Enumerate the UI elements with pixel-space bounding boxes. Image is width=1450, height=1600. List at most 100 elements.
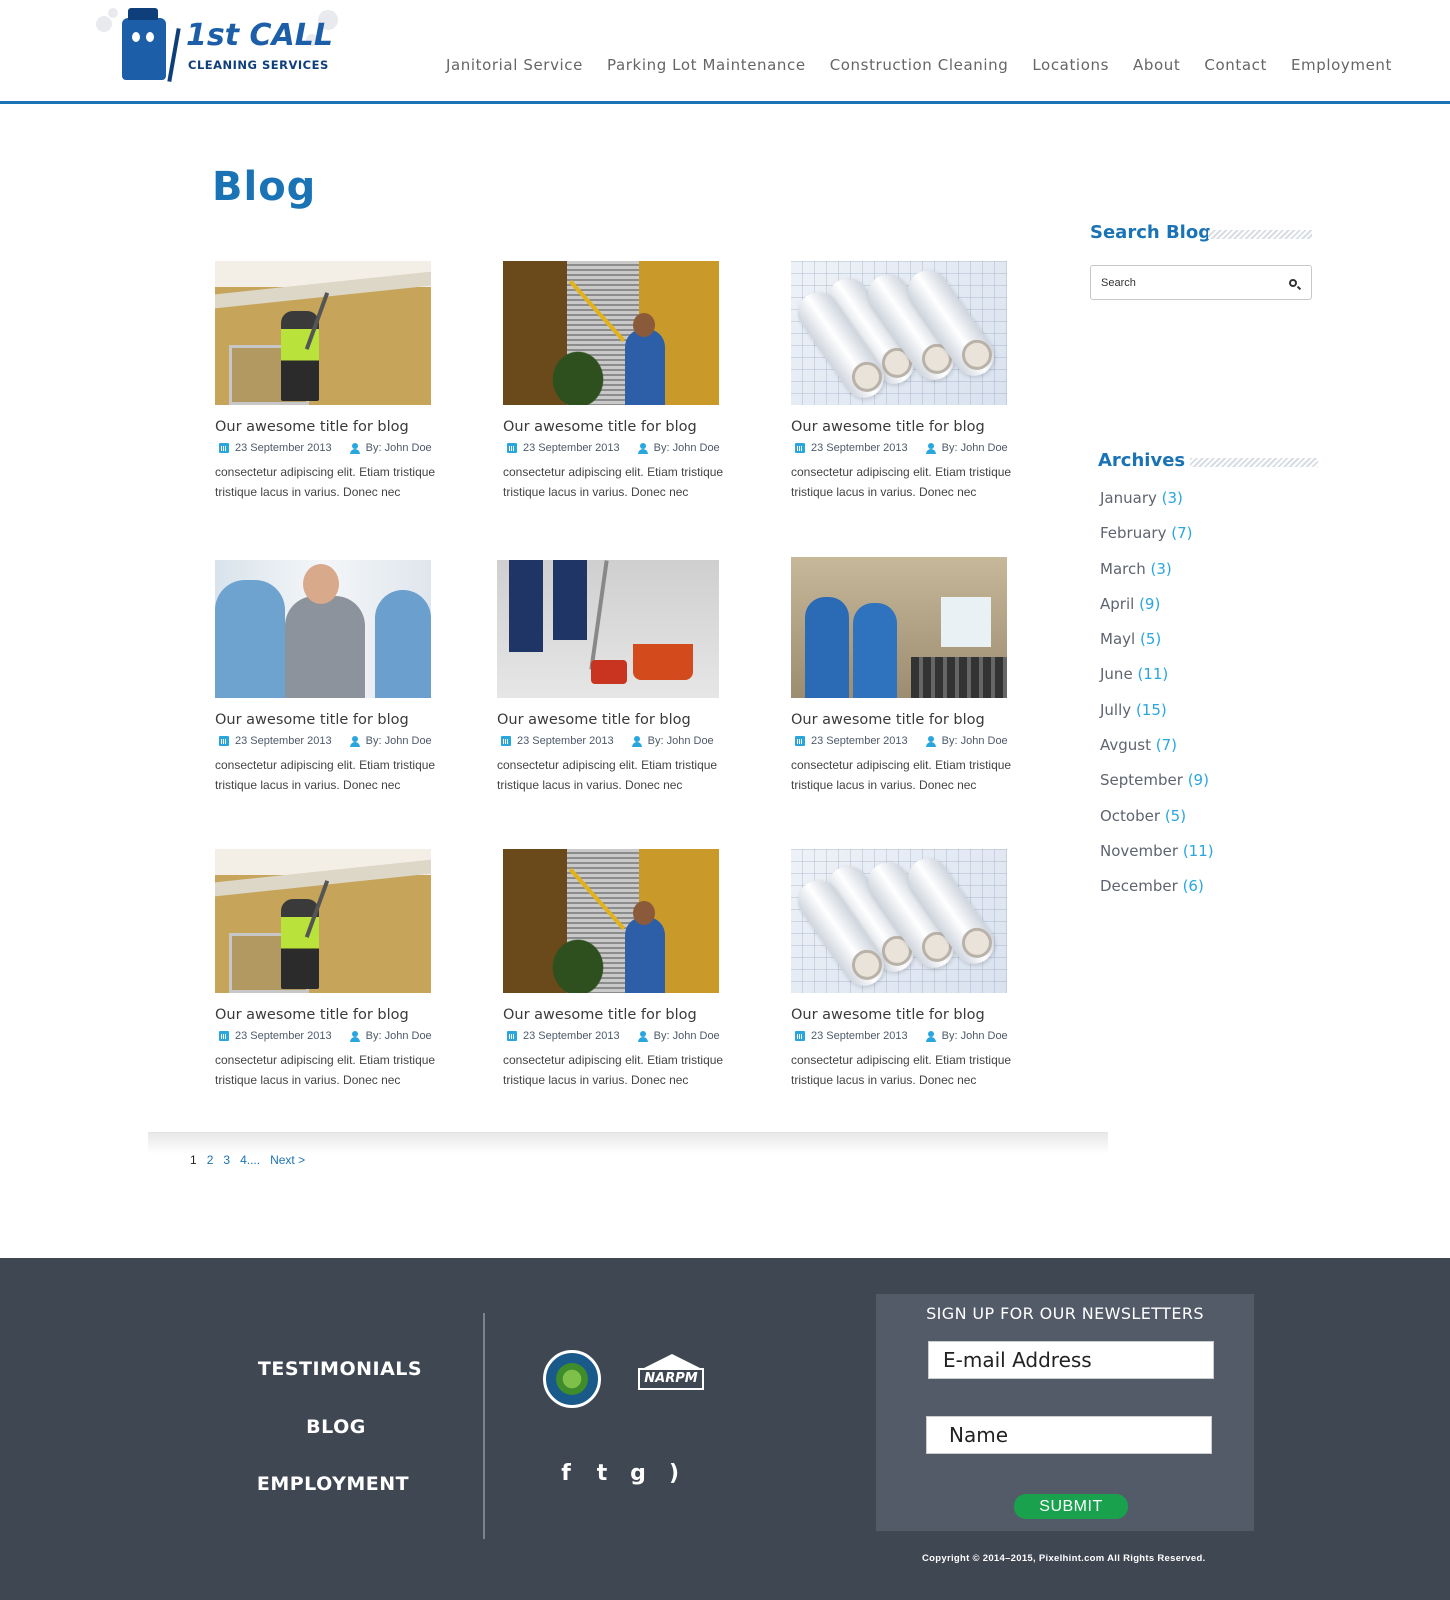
archive-item[interactable]: April (9) (1100, 595, 1214, 630)
archive-count: (3) (1161, 489, 1183, 507)
site-header: 1st CALL CLEANING SERVICES Janitorial Se… (0, 0, 1450, 104)
carpet-rug-institute-seal-icon[interactable] (543, 1350, 601, 1408)
post-image[interactable] (503, 849, 719, 993)
twitter-icon[interactable]: t (592, 1462, 612, 1486)
user-icon (349, 1031, 360, 1042)
archive-item[interactable]: January (3) (1100, 489, 1214, 524)
nav-janitorial-service[interactable]: Janitorial Service (446, 56, 583, 74)
post-title[interactable]: Our awesome title for blog (791, 1007, 1021, 1023)
archive-item[interactable]: September (9) (1100, 771, 1214, 806)
mascot-icon (122, 8, 166, 80)
search-box[interactable]: Search (1090, 265, 1312, 300)
post-image[interactable] (497, 560, 719, 698)
post-title[interactable]: Our awesome title for blog (503, 1007, 733, 1023)
archive-item[interactable]: March (3) (1100, 560, 1214, 595)
post-title[interactable]: Our awesome title for blog (791, 419, 1021, 435)
brand-logo[interactable]: 1st CALL CLEANING SERVICES (96, 8, 346, 88)
post-title[interactable]: Our awesome title for blog (791, 712, 1021, 728)
newsletter-form: SIGN UP FOR OUR NEWSLETTERS E-mail Addre… (876, 1294, 1254, 1531)
post-image[interactable] (791, 557, 1007, 698)
brand-name: 1st CALL (186, 18, 333, 53)
archive-item[interactable]: Jully (15) (1100, 701, 1214, 736)
footer-link-blog[interactable]: BLOG (216, 1416, 456, 1438)
user-icon (631, 736, 642, 747)
archive-month[interactable]: Mayl (1100, 630, 1135, 648)
post-title[interactable]: Our awesome title for blog (215, 1007, 445, 1023)
post-author: By: John Doe (941, 735, 1008, 747)
social-links: f t g ) (556, 1462, 684, 1486)
archive-count: (6) (1182, 877, 1204, 896)
post-image[interactable] (215, 849, 431, 993)
post-date: 23 September 2013 (523, 442, 620, 454)
post-meta: 23 September 2013 By: John Doe (497, 735, 727, 747)
archive-month[interactable]: March (1100, 560, 1146, 578)
name-field[interactable]: Name (926, 1416, 1212, 1454)
post-image[interactable] (215, 560, 431, 698)
blog-post: Our awesome title for blog 23 September … (215, 849, 445, 1090)
archives-title: Archives (1098, 450, 1186, 471)
calendar-icon (795, 736, 805, 746)
nav-contact[interactable]: Contact (1204, 56, 1267, 74)
archive-item[interactable]: November (11) (1100, 842, 1214, 877)
search-icon[interactable] (1289, 279, 1297, 287)
blog-post: Our awesome title for blog 23 September … (497, 560, 727, 795)
email-field[interactable]: E-mail Address (928, 1341, 1214, 1379)
next-page-link[interactable]: Next > (270, 1153, 305, 1167)
archive-item[interactable]: Mayl (5) (1100, 630, 1214, 665)
post-title[interactable]: Our awesome title for blog (215, 712, 445, 728)
blog-post: Our awesome title for blog 23 September … (791, 557, 1021, 795)
archive-month[interactable]: December (1100, 877, 1178, 895)
archive-month[interactable]: February (1100, 524, 1166, 542)
post-title[interactable]: Our awesome title for blog (497, 712, 727, 728)
archive-month[interactable]: Avgust (1100, 736, 1151, 754)
archive-item[interactable]: December (6) (1100, 877, 1214, 912)
footer-link-employment[interactable]: EMPLOYMENT (213, 1473, 453, 1495)
post-image[interactable] (791, 849, 1007, 993)
nav-locations[interactable]: Locations (1032, 56, 1109, 74)
archive-month[interactable]: January (1100, 489, 1157, 507)
post-title[interactable]: Our awesome title for blog (215, 419, 445, 435)
page-link-3[interactable]: 3 (223, 1153, 230, 1167)
post-excerpt: consectetur adipiscing elit. Etiam trist… (497, 758, 718, 792)
nav-employment[interactable]: Employment (1291, 56, 1392, 74)
footer-divider (483, 1313, 485, 1539)
archive-month[interactable]: Jully (1100, 701, 1131, 719)
main-nav: Janitorial Service Parking Lot Maintenan… (446, 56, 1392, 74)
google-plus-icon[interactable]: g (628, 1462, 648, 1486)
post-image[interactable] (791, 261, 1007, 405)
nav-parking-lot-maintenance[interactable]: Parking Lot Maintenance (607, 56, 806, 74)
archive-month[interactable]: June (1100, 665, 1133, 683)
nav-about[interactable]: About (1133, 56, 1180, 74)
archive-item[interactable]: June (11) (1100, 665, 1214, 700)
copyright-text: Copyright © 2014–2015, Pixelhint.com All… (922, 1553, 1206, 1564)
user-icon (349, 443, 360, 454)
archive-count: (11) (1137, 665, 1169, 684)
post-excerpt: consectetur adipiscing elit. Etiam trist… (215, 758, 436, 792)
narpm-badge[interactable]: NARPM (636, 1354, 706, 1394)
archive-item[interactable]: Avgust (7) (1100, 736, 1214, 771)
calendar-icon (219, 736, 229, 746)
logo-bubble (96, 16, 112, 32)
archive-item[interactable]: October (5) (1100, 807, 1214, 842)
archive-month[interactable]: October (1100, 807, 1160, 825)
heading-stripe (1190, 458, 1318, 467)
footer-link-testimonials[interactable]: TESTIMONIALS (220, 1358, 460, 1380)
post-author: By: John Doe (365, 735, 432, 747)
post-image[interactable] (503, 261, 719, 405)
rss-icon[interactable]: ) (664, 1462, 684, 1486)
page-link-2[interactable]: 2 (207, 1153, 214, 1167)
calendar-icon (501, 736, 511, 746)
archive-month[interactable]: April (1100, 595, 1134, 613)
post-image[interactable] (215, 261, 431, 405)
archive-item[interactable]: February (7) (1100, 524, 1214, 559)
archive-month[interactable]: September (1100, 771, 1183, 789)
nav-construction-cleaning[interactable]: Construction Cleaning (830, 56, 1009, 74)
facebook-icon[interactable]: f (556, 1462, 576, 1486)
post-title[interactable]: Our awesome title for blog (503, 419, 733, 435)
post-date: 23 September 2013 (235, 442, 332, 454)
post-excerpt: consectetur adipiscing elit. Etiam trist… (791, 758, 1012, 792)
page-link-4[interactable]: 4.... (240, 1153, 260, 1167)
search-input[interactable]: Search (1101, 277, 1136, 289)
submit-button[interactable]: SUBMIT (1014, 1494, 1128, 1519)
archive-month[interactable]: November (1100, 842, 1178, 860)
